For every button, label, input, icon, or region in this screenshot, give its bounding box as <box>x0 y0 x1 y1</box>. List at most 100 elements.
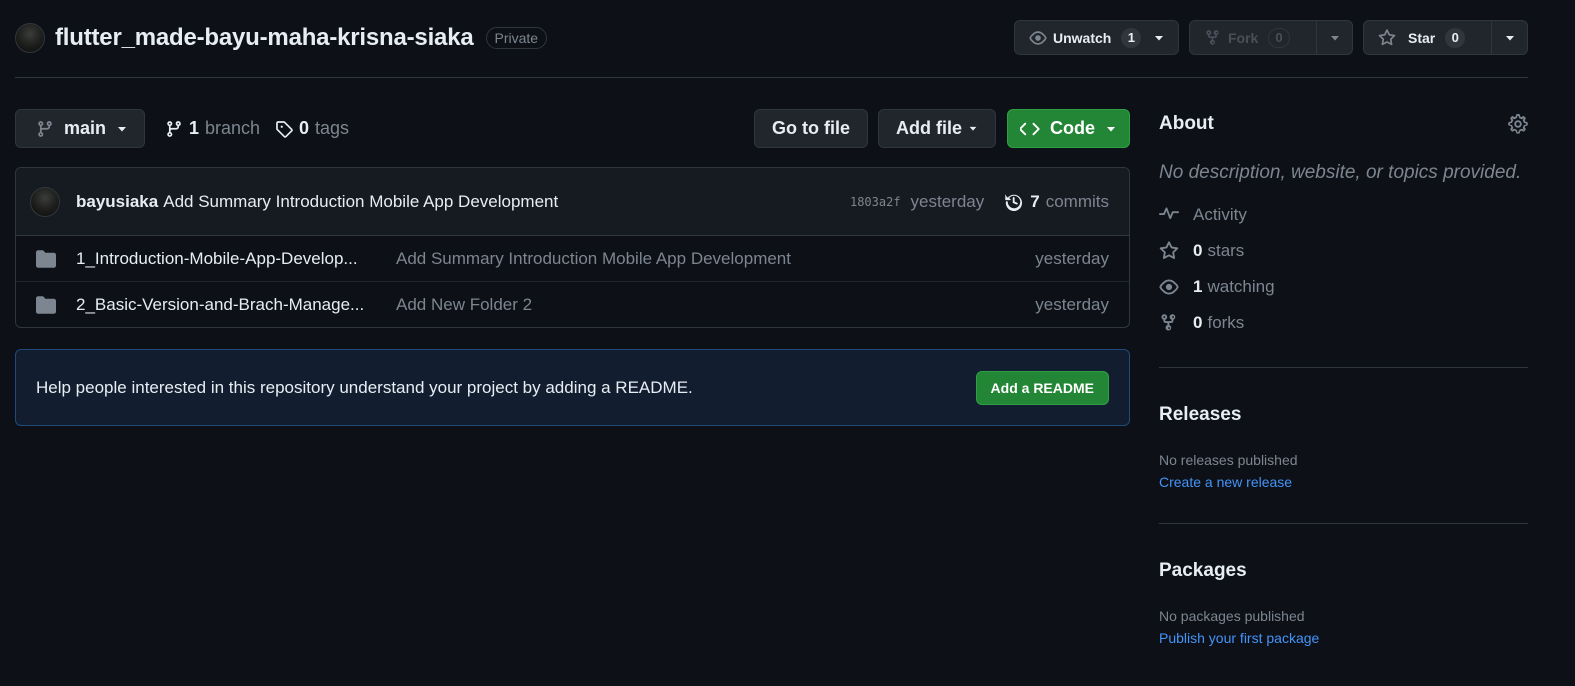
repo-title: flutter_made-bayu-maha-krisna-siaka Priv… <box>15 23 548 53</box>
chevron-down-icon <box>1504 32 1516 44</box>
file-row[interactable]: 1_Introduction-Mobile-App-Develop... Add… <box>16 236 1129 282</box>
chevron-down-icon <box>1105 123 1117 135</box>
star-icon <box>1159 241 1193 261</box>
activity-link[interactable]: Activity <box>1159 197 1528 233</box>
tag-icon <box>275 120 293 138</box>
branches-label: branch <box>205 118 261 138</box>
file-commit-message[interactable]: Add New Folder 2 <box>396 295 532 315</box>
add-file-button[interactable]: Add file <box>878 109 996 148</box>
file-name[interactable]: 2_Basic-Version-and-Brach-Manage... <box>76 295 396 315</box>
publish-package-link[interactable]: Publish your first package <box>1159 630 1528 646</box>
stars-count: 0 <box>1193 241 1203 260</box>
code-icon <box>1020 119 1040 139</box>
gear-icon[interactable] <box>1508 114 1528 134</box>
pulse-icon <box>1159 205 1193 225</box>
sidebar-divider <box>1159 367 1528 368</box>
folder-icon <box>36 249 56 269</box>
history-icon <box>1004 192 1024 212</box>
sidebar: About No description, website, or topics… <box>1159 112 1528 646</box>
watching-label: watching <box>1207 277 1275 296</box>
star-icon <box>1378 28 1396 47</box>
packages-section: Packages No packages published Publish y… <box>1159 560 1528 646</box>
chevron-down-icon <box>116 123 128 135</box>
file-commit-message[interactable]: Add Summary Introduction Mobile App Deve… <box>396 249 791 269</box>
packages-empty-text: No packages published <box>1159 608 1305 624</box>
code-label: Code <box>1050 118 1095 138</box>
stars-count-badge: 0 <box>1445 27 1466 48</box>
tags-label: tags <box>315 118 350 138</box>
watching-link[interactable]: 1 watching <box>1159 269 1528 305</box>
header-divider <box>15 77 1528 78</box>
owner-avatar[interactable] <box>15 23 45 53</box>
commits-count: 7 <box>1030 191 1040 211</box>
chevron-down-icon <box>1153 32 1165 44</box>
fork-label: Fork <box>1228 29 1259 46</box>
forks-label: forks <box>1207 313 1245 332</box>
eye-icon <box>1029 29 1047 47</box>
folder-icon <box>36 295 56 315</box>
watchers-count: 1 <box>1121 27 1142 48</box>
add-readme-button[interactable]: Add a README <box>975 370 1109 405</box>
repo-forked-icon <box>1159 313 1193 333</box>
stars-label: stars <box>1207 241 1245 260</box>
chevron-down-icon <box>968 124 978 134</box>
add-file-label: Add file <box>896 118 962 138</box>
commit-time: yesterday <box>910 191 985 211</box>
watching-count: 1 <box>1193 277 1203 296</box>
file-date: yesterday <box>1035 295 1109 314</box>
sidebar-divider <box>1159 523 1528 524</box>
forks-count-badge: 0 <box>1268 27 1290 48</box>
branch-selector[interactable]: main <box>15 109 145 148</box>
unwatch-button[interactable]: Unwatch 1 <box>1014 20 1179 55</box>
file-browser: bayusiaka Add Summary Introduction Mobil… <box>15 167 1130 328</box>
eye-icon <box>1159 277 1193 297</box>
git-branch-icon <box>36 120 54 138</box>
file-row[interactable]: 2_Basic-Version-and-Brach-Manage... Add … <box>16 282 1129 327</box>
fork-dropdown[interactable] <box>1316 21 1352 54</box>
activity-label: Activity <box>1193 205 1247 224</box>
branch-name: main <box>64 118 107 138</box>
commit-message[interactable]: Add Summary Introduction Mobile App Deve… <box>163 192 558 212</box>
releases-section: Releases No releases published Create a … <box>1159 404 1528 490</box>
code-button[interactable]: Code <box>1007 109 1130 148</box>
branches-count: 1 <box>189 118 200 138</box>
commits-history-link[interactable]: 7 commits <box>1004 192 1109 212</box>
commit-author-avatar[interactable] <box>30 186 60 217</box>
commit-author[interactable]: bayusiaka <box>76 192 158 212</box>
star-button[interactable]: Star 0 <box>1363 20 1528 55</box>
chevron-down-icon <box>1329 32 1341 44</box>
about-header: About <box>1159 112 1528 136</box>
repo-forked-icon <box>1204 29 1222 47</box>
forks-count: 0 <box>1193 313 1203 332</box>
go-to-file-button[interactable]: Go to file <box>754 109 868 148</box>
file-name[interactable]: 1_Introduction-Mobile-App-Develop... <box>76 249 396 269</box>
git-branch-icon <box>165 120 183 138</box>
unwatch-label: Unwatch <box>1053 29 1112 46</box>
stars-link[interactable]: 0 stars <box>1159 233 1528 269</box>
tags-count: 0 <box>299 118 310 138</box>
fork-button[interactable]: Fork 0 <box>1189 20 1353 55</box>
readme-prompt: Help people interested in this repositor… <box>15 349 1130 426</box>
visibility-badge: Private <box>485 27 548 49</box>
tags-link[interactable]: 0 tags <box>275 118 349 139</box>
repo-header: flutter_made-bayu-maha-krisna-siaka Priv… <box>15 20 1528 60</box>
star-dropdown[interactable] <box>1491 21 1527 54</box>
releases-empty-text: No releases published <box>1159 452 1298 468</box>
file-date: yesterday <box>1035 248 1109 268</box>
about-description: No description, website, or topics provi… <box>1159 162 1522 183</box>
go-to-file-label: Go to file <box>772 118 850 138</box>
commit-sha[interactable]: 1803a2f <box>850 195 901 209</box>
branches-link[interactable]: 1 branch <box>165 118 260 139</box>
commits-label: commits <box>1045 191 1109 211</box>
about-title: About <box>1159 113 1214 134</box>
releases-title[interactable]: Releases <box>1159 404 1528 426</box>
create-release-link[interactable]: Create a new release <box>1159 474 1528 490</box>
latest-commit-bar: bayusiaka Add Summary Introduction Mobil… <box>16 168 1129 236</box>
star-label: Star <box>1408 29 1436 46</box>
repo-name[interactable]: flutter_made-bayu-maha-krisna-siaka <box>55 24 474 52</box>
commit-meta: 1803a2f yesterday 7 commits <box>850 192 1109 212</box>
forks-link[interactable]: 0 forks <box>1159 305 1528 341</box>
repo-stats: Activity 0 stars 1 watching 0 forks <box>1159 197 1528 341</box>
packages-title[interactable]: Packages <box>1159 560 1528 582</box>
readme-prompt-text: Help people interested in this repositor… <box>36 377 693 397</box>
